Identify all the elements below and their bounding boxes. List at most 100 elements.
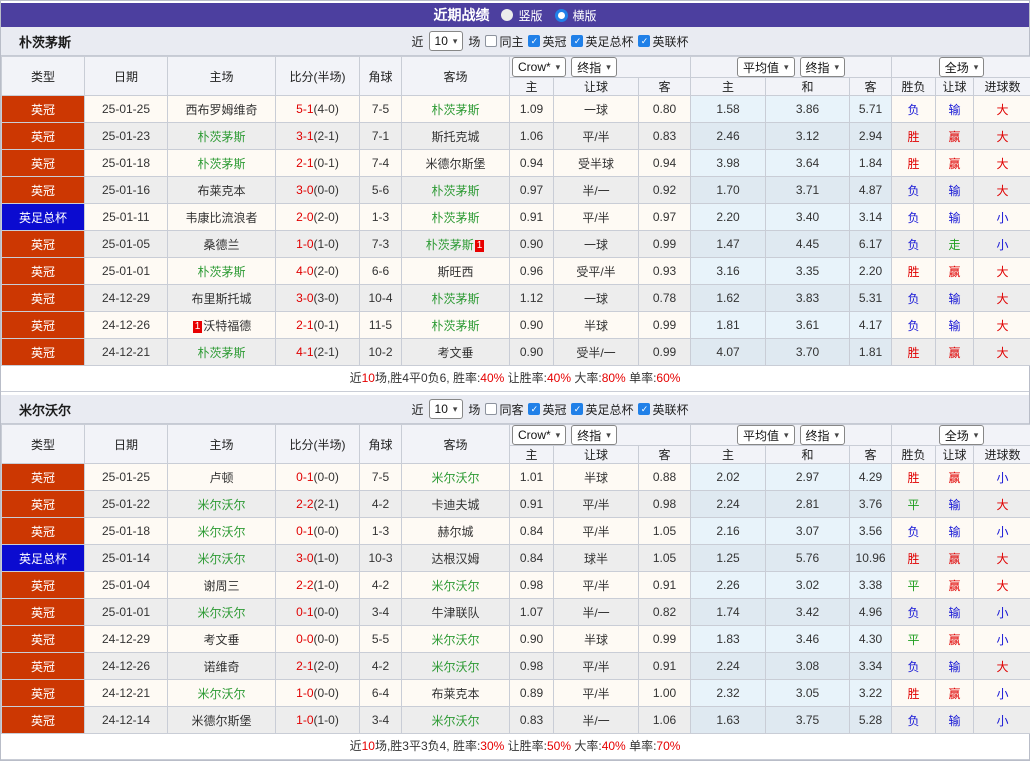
match-score: 1-0(1-0): [276, 707, 360, 734]
match-date: 25-01-18: [85, 518, 168, 545]
euro-average-select[interactable]: 平均值▾: [737, 57, 795, 77]
euro-draw-header: 和: [766, 78, 850, 96]
efl-cup-checkbox[interactable]: ✓英联杯: [638, 33, 688, 50]
odds-stage-select[interactable]: 终指▾: [571, 425, 617, 445]
fa-cup-checkbox[interactable]: ✓英足总杯: [571, 401, 633, 418]
asian-away-odds: 0.99: [639, 626, 691, 653]
bookmaker-select[interactable]: Crow*▾: [512, 425, 566, 445]
result-dropdowns: 全场▾: [892, 425, 1030, 446]
radio-icon: [501, 9, 513, 21]
asian-home-odds: 1.12: [510, 285, 554, 312]
league-type-badge: 英冠: [2, 707, 85, 734]
home-team: 朴茨茅斯: [168, 258, 276, 285]
recent-count-select[interactable]: 10▾: [429, 31, 464, 51]
half-time-score: (0-0): [314, 183, 339, 197]
match-date: 24-12-26: [85, 312, 168, 339]
euro-away-odds: 5.71: [850, 96, 892, 123]
asian-handicap: 平/半: [554, 204, 639, 231]
euro-draw-odds: 2.97: [766, 464, 850, 491]
asian-away-odds: 0.88: [639, 464, 691, 491]
euro-home-odds: 1.25: [691, 545, 766, 572]
same-away-checkbox[interactable]: 同客: [485, 401, 523, 418]
result-goals: 小: [974, 680, 1030, 707]
result-handicap: 赢: [936, 572, 974, 599]
asian-handicap: 受半/一: [554, 339, 639, 366]
result-wdl: 胜: [892, 123, 936, 150]
col-score-header: 比分(半场): [276, 425, 360, 464]
vertical-layout-radio[interactable]: 竖版: [501, 7, 542, 24]
recent-count-select[interactable]: 10▾: [429, 399, 464, 419]
half-time-score: (2-0): [314, 264, 339, 278]
result-handicap: 输: [936, 204, 974, 231]
away-team: 赫尔城: [402, 518, 510, 545]
scope-select[interactable]: 全场▾: [939, 425, 985, 445]
euro-away-odds: 1.81: [850, 339, 892, 366]
half-time-score: (2-1): [314, 129, 339, 143]
league-type-badge: 英冠: [2, 285, 85, 312]
team-name: 达根汉姆: [431, 552, 479, 566]
match-date: 25-01-25: [85, 464, 168, 491]
result-goals: 小: [974, 464, 1030, 491]
league-type-badge: 英足总杯: [2, 545, 85, 572]
full-time-score: 2-0: [296, 210, 313, 224]
team-name: 朴茨茅斯: [426, 238, 474, 252]
match-score: 1-0(1-0): [276, 231, 360, 258]
team-name: 韦康比流浪者: [185, 211, 257, 225]
half-time-score: (4-0): [314, 102, 339, 116]
odds-stage-select[interactable]: 终指▾: [571, 57, 617, 77]
horizontal-layout-radio[interactable]: 横版: [555, 7, 597, 24]
fa-cup-checkbox[interactable]: ✓英足总杯: [571, 33, 633, 50]
scope-select[interactable]: 全场▾: [939, 57, 985, 77]
match-score: 1-0(0-0): [276, 680, 360, 707]
team-name: 朴茨茅斯: [197, 130, 245, 144]
result-goals: 小: [974, 231, 1030, 258]
home-team: 布里斯托城: [168, 285, 276, 312]
result-handicap: 输: [936, 491, 974, 518]
euro-draw-odds: 5.76: [766, 545, 850, 572]
team-name: 米尔沃尔: [431, 714, 479, 728]
col-away-header: 客场: [402, 57, 510, 96]
checkbox-checked-icon: ✓: [638, 35, 650, 47]
match-score: 3-1(2-1): [276, 123, 360, 150]
asian-home-header: 主: [510, 78, 554, 96]
result-handicap-header: 让球: [936, 78, 974, 96]
asian-handicap: 半/一: [554, 177, 639, 204]
full-time-score: 0-1: [296, 524, 313, 538]
asian-away-header: 客: [639, 446, 691, 464]
result-goals: 小: [974, 204, 1030, 231]
result-wdl: 负: [892, 518, 936, 545]
full-time-score: 3-0: [296, 183, 313, 197]
euro-away-odds: 4.87: [850, 177, 892, 204]
chevron-down-icon: ▾: [606, 431, 611, 440]
league-championship-checkbox[interactable]: ✓英冠: [528, 33, 566, 50]
team-name: 米尔沃尔: [197, 552, 245, 566]
asian-odds-dropdowns: Crow*▾ 终指▾: [510, 425, 691, 446]
page-title: 近期战绩: [433, 5, 489, 25]
half-time-score: (3-0): [314, 291, 339, 305]
league-championship-checkbox[interactable]: ✓英冠: [528, 401, 566, 418]
euro-stage-select[interactable]: 终指▾: [800, 425, 846, 445]
euro-home-odds: 4.07: [691, 339, 766, 366]
match-row: 英冠24-12-26诺维奇2-1(2-0)4-2米尔沃尔0.98平/半0.912…: [2, 653, 1030, 680]
team-name: 布莱克本: [197, 184, 245, 198]
team-name: 米尔沃尔: [431, 660, 479, 674]
asian-home-odds: 1.07: [510, 599, 554, 626]
asian-away-odds: 0.80: [639, 96, 691, 123]
filter-bar: 米尔沃尔 近 10▾ 场 同客 ✓英冠 ✓英足总杯 ✓英联杯: [1, 395, 1029, 424]
match-date: 24-12-21: [85, 680, 168, 707]
match-row: 英冠24-12-261沃特福德2-1(0-1)11-5朴茨茅斯0.90半球0.9…: [2, 312, 1030, 339]
home-team: 朴茨茅斯: [168, 123, 276, 150]
home-team: 米尔沃尔: [168, 491, 276, 518]
corner-score: 1-3: [360, 518, 402, 545]
asian-away-header: 客: [639, 78, 691, 96]
bookmaker-select[interactable]: Crow*▾: [512, 57, 566, 77]
corner-score: 4-2: [360, 572, 402, 599]
match-row: 英冠25-01-25卢顿0-1(0-0)7-5米尔沃尔1.01半球0.882.0…: [2, 464, 1030, 491]
same-home-checkbox[interactable]: 同主: [485, 33, 523, 50]
efl-cup-checkbox[interactable]: ✓英联杯: [638, 401, 688, 418]
full-time-score: 5-1: [296, 102, 313, 116]
team-name: 米尔沃尔: [431, 471, 479, 485]
team-name: 米德尔斯堡: [191, 714, 251, 728]
euro-average-select[interactable]: 平均值▾: [737, 425, 795, 445]
euro-stage-select[interactable]: 终指▾: [800, 57, 846, 77]
